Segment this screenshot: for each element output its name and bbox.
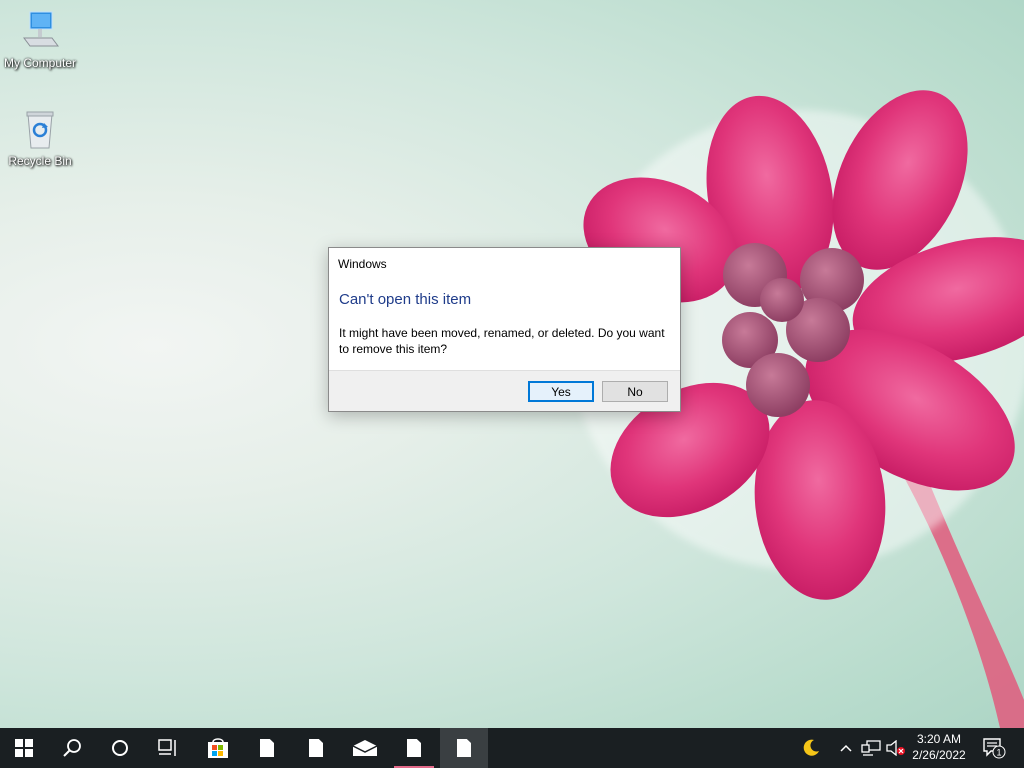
desktop-icon-label: My Computer	[3, 56, 77, 70]
dialog-heading: Can't open this item	[339, 291, 472, 308]
document-icon[interactable]	[390, 728, 438, 768]
mail-icon[interactable]	[341, 728, 389, 768]
windows-start-icon[interactable]	[0, 728, 48, 768]
dialog-footer: Yes No	[329, 370, 680, 411]
search-icon[interactable]	[48, 728, 96, 768]
taskbar-clock[interactable]: 3:20 AM 2/26/2022	[905, 731, 973, 763]
document-icon[interactable]	[243, 728, 291, 768]
no-button[interactable]: No	[602, 381, 668, 402]
task-view-icon[interactable]	[144, 728, 192, 768]
cortana-icon[interactable]	[96, 728, 144, 768]
night-light-icon[interactable]	[798, 728, 824, 768]
computer-icon	[18, 10, 62, 54]
document-icon[interactable]	[440, 728, 488, 768]
message-dialog: Windows Can't open this item It might ha…	[328, 247, 681, 412]
notification-count: 1	[996, 748, 1001, 758]
store-icon[interactable]	[194, 728, 242, 768]
desktop-icon-recycle-bin[interactable]: Recycle Bin	[0, 108, 80, 168]
dialog-title: Windows	[338, 257, 387, 271]
desktop-icon-my-computer[interactable]: My Computer	[0, 10, 80, 70]
recycle-bin-icon	[18, 108, 62, 152]
clock-date: 2/26/2022	[912, 748, 966, 762]
document-icon[interactable]	[292, 728, 340, 768]
notification-center-icon[interactable]: 1	[980, 728, 1008, 768]
yes-button[interactable]: Yes	[528, 381, 594, 402]
taskbar: 3:20 AM 2/26/2022 1	[0, 728, 1024, 768]
chevron-up-icon[interactable]	[836, 728, 856, 768]
desktop-icon-label: Recycle Bin	[8, 154, 72, 168]
clock-time: 3:20 AM	[916, 732, 962, 746]
network-icon[interactable]	[858, 728, 884, 768]
dialog-message: It might have been moved, renamed, or de…	[339, 326, 665, 356]
